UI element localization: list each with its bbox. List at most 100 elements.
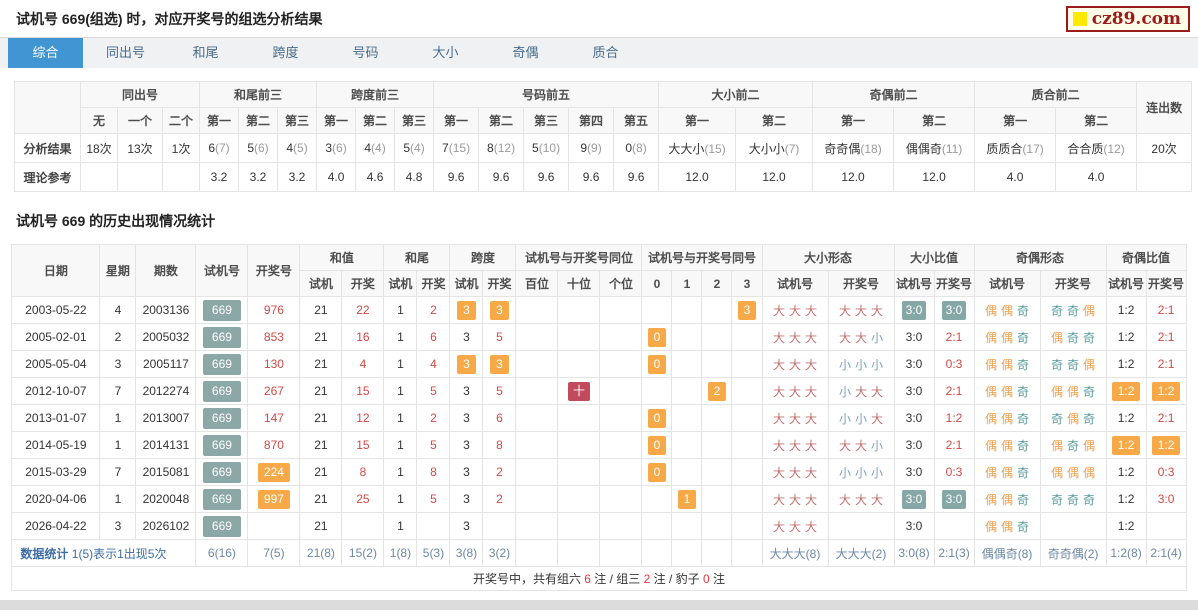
pattern-char: 偶: [1067, 465, 1080, 480]
size-ratio-winning-cell: 2:1: [933, 377, 975, 405]
analysis-col-num-2: 第二: [478, 107, 525, 134]
same-pos-tens-cell: [557, 296, 601, 324]
tab-4[interactable]: 跨度: [248, 38, 323, 68]
same-pos-units-cell: [599, 431, 643, 459]
span-winning-cell: 3: [482, 296, 517, 324]
analysis-cell-parity-2: 偶偶奇(11): [893, 133, 976, 163]
analysis-row-1: 分析结果 18次 13次 1次 6(7) 5(6) 4(5) 3(6) 4(4) 5(4) 7(15…: [14, 133, 1193, 163]
site-logo[interactable]: cz89.com: [1065, 5, 1190, 32]
tab-2[interactable]: 同出号: [88, 38, 163, 68]
size-pattern-trial-cell: 大大大: [761, 458, 829, 486]
analysis-cell-size-1: 12.0: [658, 162, 737, 192]
tail-trial-cell: 1: [383, 350, 418, 378]
same-count-2-cell: [701, 296, 733, 324]
stats-winning-number-cell: 7(5): [247, 539, 301, 567]
orange-badge: 0: [647, 327, 667, 347]
pattern-char: 奇: [1017, 492, 1030, 507]
tab-1[interactable]: 综合: [8, 38, 83, 68]
footer-segment: 0: [703, 572, 710, 586]
sum-trial-cell: 21: [299, 323, 343, 351]
orange-badge: 0: [647, 435, 667, 455]
sum-winning-cell: 15: [341, 377, 385, 405]
same-pos-hundreds-cell: [515, 350, 559, 378]
parity-ratio-winning-cell: 2:1: [1145, 296, 1187, 324]
size-pattern-trial-cell: 大大大: [761, 512, 829, 540]
trial-number-badge: 669: [202, 461, 241, 483]
same-count-1-cell: [671, 404, 703, 432]
parity-pattern-winning-cell: 偶奇奇: [1039, 323, 1107, 351]
same-pos-hundreds-cell: [515, 377, 559, 405]
same-count-2-cell: [701, 323, 733, 351]
size-ratio-trial-cell: 3:0: [893, 377, 935, 405]
same-pos-tens-cell: [557, 350, 601, 378]
stats-span-trial-cell: 3(8): [449, 539, 484, 567]
size-ratio-trial-cell: 3:0: [893, 485, 935, 513]
pattern-char: 奇: [1017, 303, 1030, 318]
same-count-1-cell: [671, 323, 703, 351]
pattern-char: 奇: [1051, 357, 1064, 372]
tab-5[interactable]: 号码: [328, 38, 403, 68]
sum-trial-cell: 21: [299, 458, 343, 486]
analysis-cell-num-2: 9.6: [478, 162, 525, 192]
same-count-0-cell: [641, 512, 673, 540]
tab-6[interactable]: 大小: [408, 38, 483, 68]
pattern-char: 小: [838, 411, 851, 426]
history-subcol-size-ratio-trial: 试机号: [893, 270, 935, 297]
history-body: 2003-05-22 4 2003136 669 976 21 22 1 2 3 3 3 大大大大大大 3…: [11, 296, 1187, 591]
pattern-char: 偶: [1001, 411, 1014, 426]
history-header-date: 日期: [11, 244, 101, 297]
orange-badge: 2: [707, 381, 727, 401]
history-row-1: 2003-05-22 4 2003136 669 976 21 22 1 2 3 3 3 大大大大大大 3…: [11, 296, 1187, 324]
size-pattern-trial-cell: 大大大: [761, 350, 829, 378]
pattern-char: 大: [788, 357, 801, 372]
history-group-1: 和值: [299, 244, 385, 271]
history-footer-row: 开奖号中，共有组六 6 注 / 组三 2 注 / 豹子 0 注: [11, 566, 1187, 591]
pattern-char: 大: [772, 357, 785, 372]
parity-pattern-trial-cell: 偶偶奇: [973, 512, 1041, 540]
same-count-3-cell: [731, 323, 763, 351]
parity-pattern-winning-cell: 偶偶偶: [1039, 458, 1107, 486]
same-count-3-cell: [731, 431, 763, 459]
size-pattern-winning-cell: 大大小: [827, 431, 895, 459]
history-subcol-same-count-0: 0: [641, 270, 673, 297]
pattern-char: 偶: [1001, 519, 1014, 534]
sum-winning-cell: [341, 512, 385, 540]
pattern-char: 奇: [1083, 384, 1096, 399]
trial-number-badge: 669: [202, 488, 241, 510]
span-trial-cell: 3: [449, 458, 484, 486]
analysis-cell-tail-2: 5(6): [238, 133, 279, 163]
parity-pattern-winning-cell: 奇奇偶: [1039, 296, 1107, 324]
value-main: 奇奇偶: [824, 141, 861, 156]
history-row-4: 2012-10-07 7 2012274 669 267 21 15 1 5 3 5 十 2 大大大小大大…: [11, 377, 1187, 405]
trial-number-badge: 669: [202, 299, 241, 321]
history-row-5: 2013-01-07 1 2013007 669 147 21 12 1 2 3 6 0 大大大小小大 3…: [11, 404, 1187, 432]
stats-parity-pattern-winning-cell: 奇奇偶(2): [1039, 539, 1107, 567]
analysis-col-num-4: 第四: [568, 107, 615, 134]
pattern-char: 偶: [1051, 384, 1064, 399]
orange-badge: 1:2: [1151, 435, 1181, 455]
value-main: 偶偶奇: [905, 141, 942, 156]
history-subcol-size-pattern-trial: 试机号: [761, 270, 829, 297]
span-winning-cell: 5: [482, 323, 517, 351]
pattern-char: 奇: [1067, 330, 1080, 345]
pattern-char: 大: [838, 330, 851, 345]
stats-tail-winning-cell: 5(3): [416, 539, 451, 567]
size-pattern-winning-cell: 小小小: [827, 350, 895, 378]
size-ratio-trial-cell: 3:0: [893, 323, 935, 351]
value-paren: (4): [410, 141, 425, 155]
issue-cell: 2005032: [135, 323, 197, 351]
history-row-3: 2005-05-04 3 2005117 669 130 21 4 1 4 3 3 0 大大大小小小 3:…: [11, 350, 1187, 378]
pattern-char: 偶: [1051, 465, 1064, 480]
tab-8[interactable]: 质合: [568, 38, 643, 68]
orange-badge: 0: [647, 354, 667, 374]
weekday-cell: 2: [99, 323, 137, 351]
size-ratio-trial-cell: 3:0: [893, 458, 935, 486]
history-row-6: 2014-05-19 1 2014131 669 870 21 15 1 5 3 8 0 大大大大大小 3…: [11, 431, 1187, 459]
analysis-col-tail-3: 第三: [277, 107, 318, 134]
footer-segment: 注 / 组三: [590, 572, 644, 586]
trial-number-cell: 669: [195, 404, 249, 432]
tab-3[interactable]: 和尾: [168, 38, 243, 68]
tab-7[interactable]: 奇偶: [488, 38, 563, 68]
tail-trial-cell: 1: [383, 404, 418, 432]
winning-number-cell: 267: [247, 377, 301, 405]
